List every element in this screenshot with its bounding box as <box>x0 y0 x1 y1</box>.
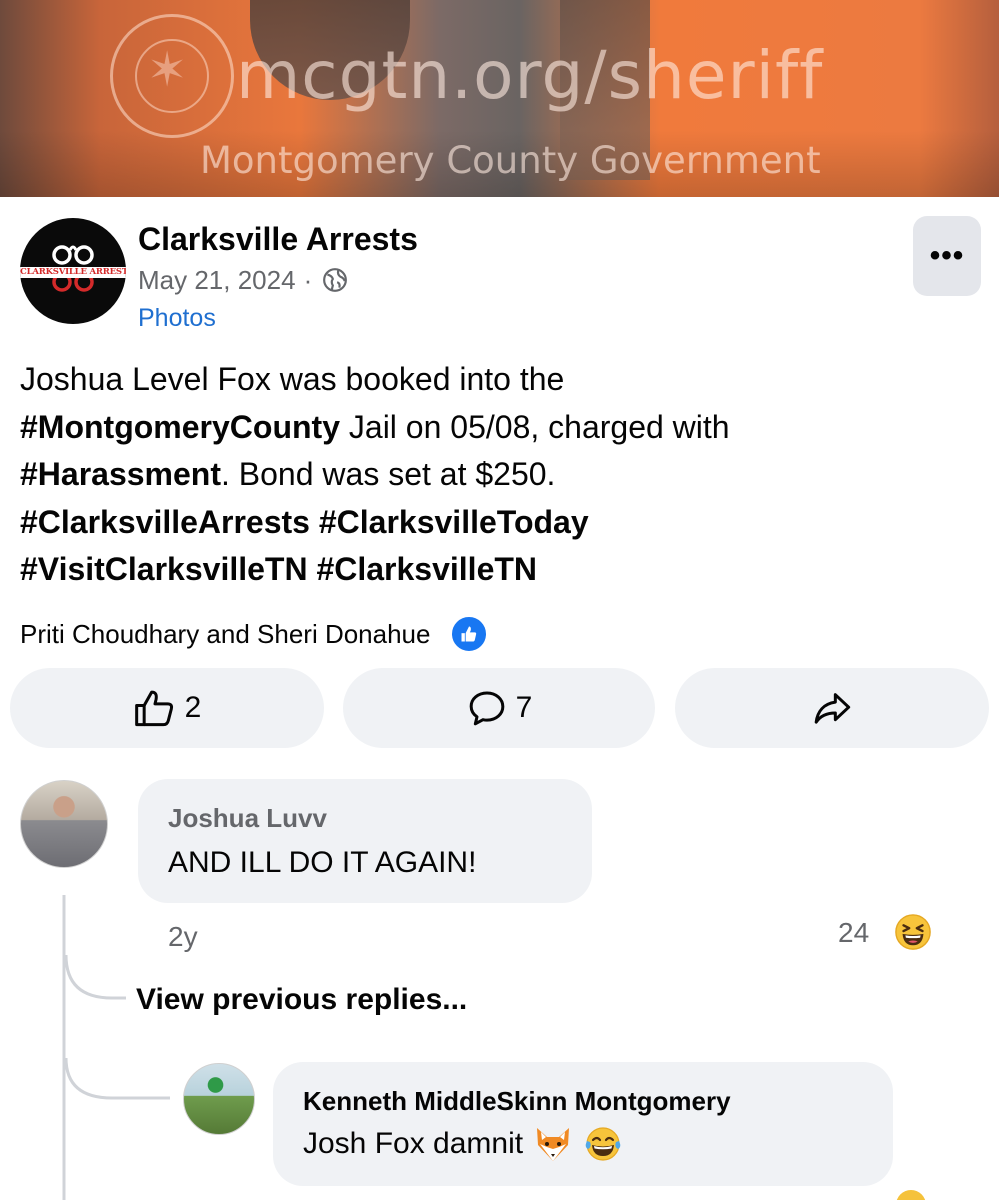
globe-icon <box>323 268 348 292</box>
post-text-line-3: #Harassment. Bond was set at $250. <box>20 451 980 499</box>
like-button[interactable]: 2 <box>10 668 324 748</box>
page-avatar-label: CLARKSVILLE ARRESTS <box>20 267 126 278</box>
reply-text-row: Josh Fox damnit <box>303 1124 623 1164</box>
hashtags-clarksville[interactable]: #ClarksvilleArrests #ClarksvilleToday <box>20 504 589 540</box>
commenter-avatar-kenneth[interactable] <box>183 1063 255 1135</box>
more-options-button[interactable]: ••• <box>913 216 981 296</box>
comment-bubble[interactable]: Joshua Luvv AND ILL DO IT AGAIN! <box>138 779 592 903</box>
share-icon <box>814 693 851 724</box>
sheriff-seal-icon: ✶ <box>110 14 234 138</box>
reply-text: Josh Fox damnit <box>303 1127 524 1160</box>
reactors-names: Priti Choudhary and Sheri Donahue <box>20 619 431 649</box>
share-button[interactable] <box>675 668 989 748</box>
reactors-summary[interactable]: Priti Choudhary and Sheri Donahue <box>20 614 489 654</box>
reply-author[interactable]: Kenneth MiddleSkinn Montgomery <box>303 1084 731 1118</box>
hashtags-visit-clarksville[interactable]: #VisitClarksvilleTN #ClarksvilleTN <box>20 551 537 587</box>
post-hashtags-line-1[interactable]: #ClarksvilleArrests #ClarksvilleToday <box>20 499 980 547</box>
page-avatar[interactable]: CLARKSVILLE ARRESTS <box>20 218 126 324</box>
thumbs-up-mini-icon <box>461 626 477 642</box>
like-count: 2 <box>184 691 202 724</box>
comment-author[interactable]: Joshua Luvv <box>168 801 327 835</box>
post-date[interactable]: May 21, 2024 <box>138 262 296 298</box>
post-hashtags-line-2[interactable]: #VisitClarksvilleTN #ClarksvilleTN <box>20 546 980 594</box>
post-text-line-1: Joshua Level Fox was booked into the <box>20 361 565 397</box>
watermark-org: Montgomery County Government <box>200 139 821 182</box>
comment-text: AND ILL DO IT AGAIN! <box>168 846 477 879</box>
grinning-squinting-emoji-icon[interactable] <box>894 913 932 951</box>
next-reaction-emoji-icon <box>896 1190 926 1200</box>
comment-button[interactable]: 7 <box>343 668 655 748</box>
fox-emoji-icon <box>537 1128 570 1161</box>
watermark-url: mcgtn.org/sheriff <box>236 37 824 114</box>
commenter-avatar-joshua[interactable] <box>20 780 108 868</box>
page-name[interactable]: Clarksville Arrests <box>138 218 418 260</box>
comment-icon <box>469 691 504 726</box>
reply-bubble[interactable]: Kenneth MiddleSkinn Montgomery Josh Fox … <box>273 1062 893 1186</box>
seal-star-icon: ✶ <box>147 44 188 97</box>
hashtag-montgomerycounty[interactable]: #MontgomeryCounty <box>20 409 340 445</box>
post-text: Joshua Level Fox was booked into the #Mo… <box>20 356 980 594</box>
comment-count: 7 <box>515 691 533 724</box>
facebook-post-screen: ✶ mcgtn.org/sheriff Montgomery County Go… <box>0 0 999 1200</box>
post-meta: May 21, 2024 · <box>138 262 348 298</box>
hashtag-harassment[interactable]: #Harassment <box>20 456 221 492</box>
like-badge-icon <box>450 615 489 653</box>
post-photo[interactable]: ✶ mcgtn.org/sheriff Montgomery County Go… <box>0 0 999 197</box>
meta-separator: · <box>303 265 313 295</box>
photos-link[interactable]: Photos <box>138 300 216 336</box>
post-text-line-2-rest: Jail on 05/08, charged with <box>340 408 730 445</box>
post-text-line-2: #MontgomeryCounty Jail on 05/08, charged… <box>20 404 980 452</box>
thumbs-up-icon <box>134 690 173 727</box>
comment-reaction-count[interactable]: 24 <box>838 913 869 953</box>
tears-of-joy-emoji-icon <box>585 1127 621 1161</box>
post-text-line-3-rest: . Bond was set at $250. <box>221 456 556 492</box>
comment-timestamp[interactable]: 2y <box>168 917 198 957</box>
view-previous-replies-link[interactable]: View previous replies... <box>136 978 467 1022</box>
